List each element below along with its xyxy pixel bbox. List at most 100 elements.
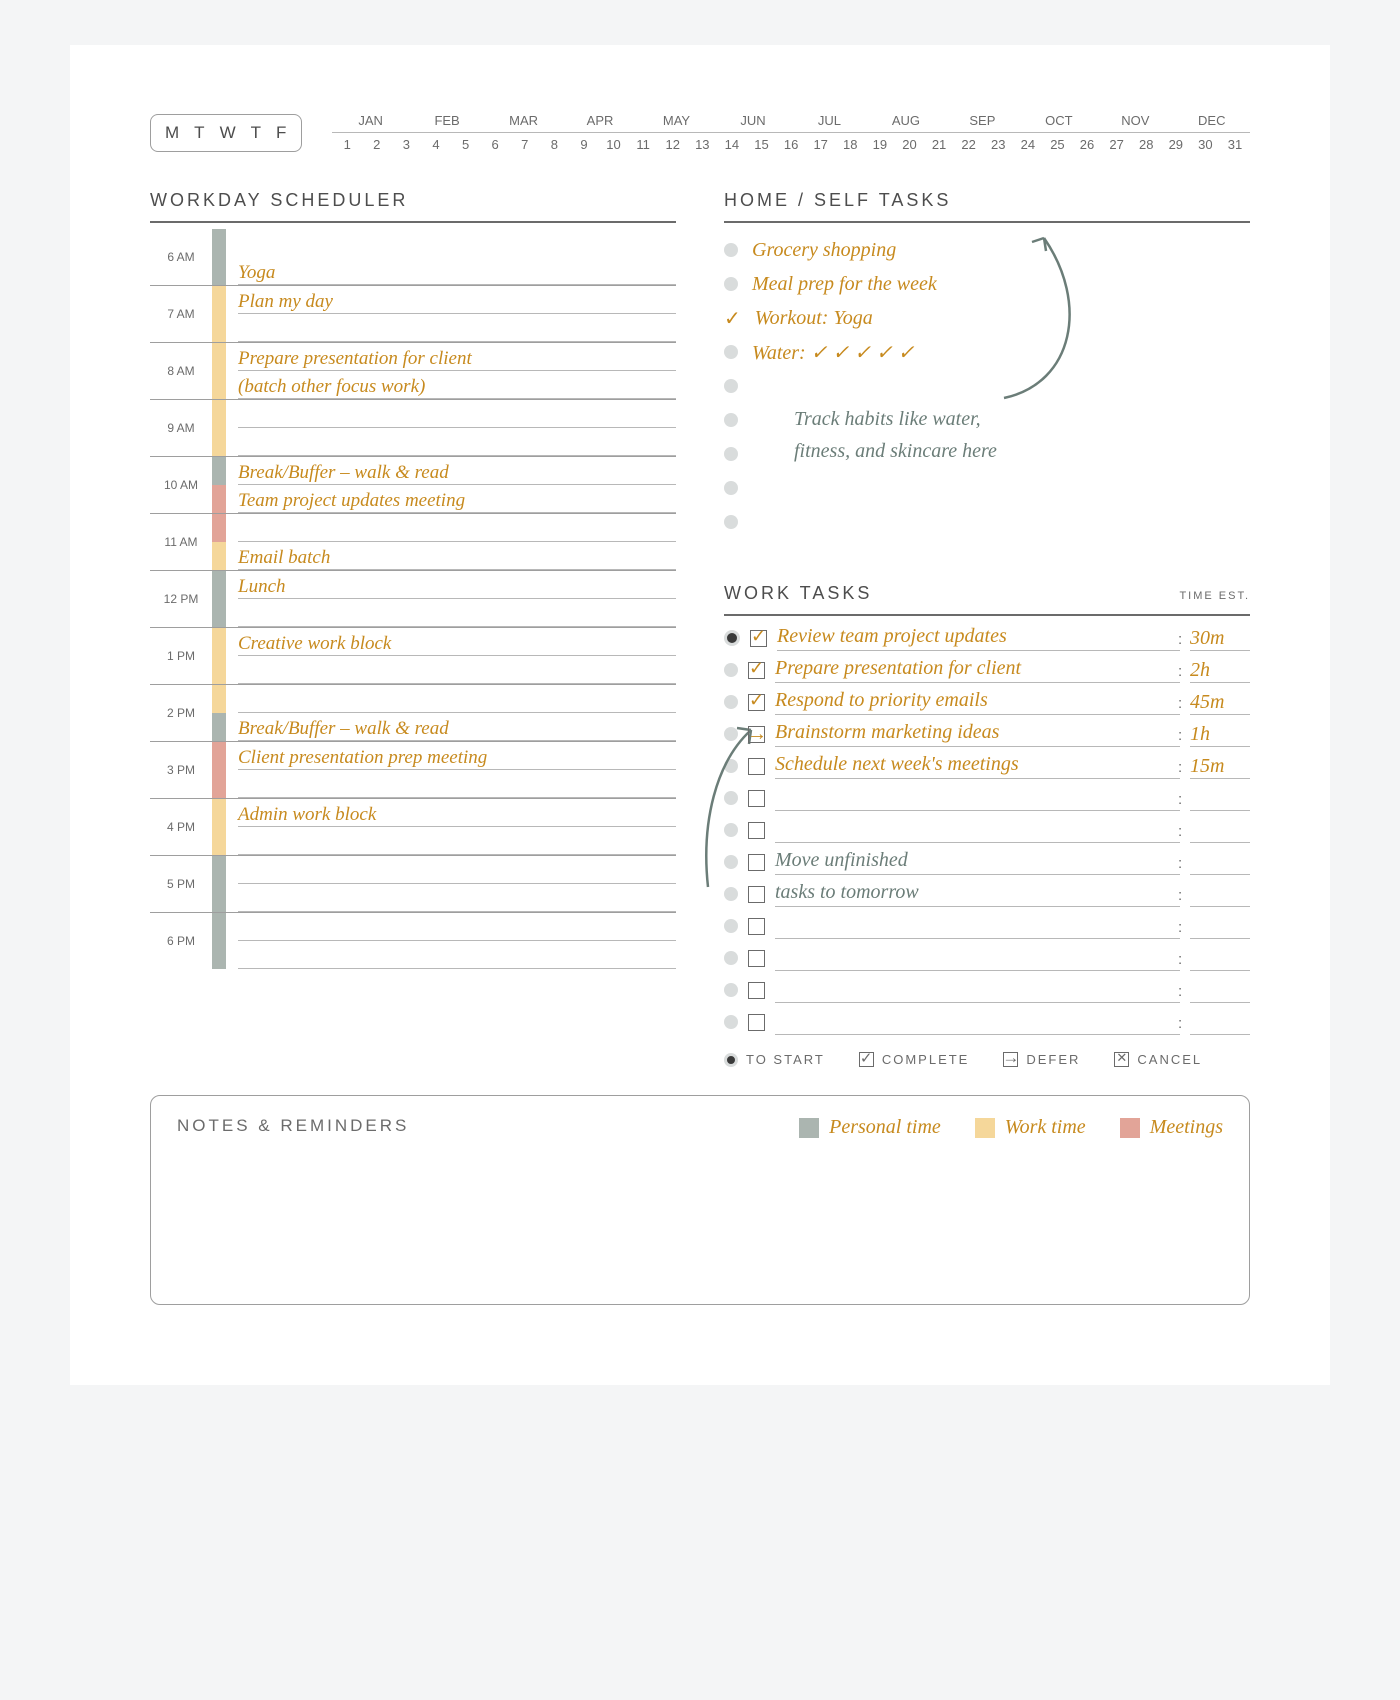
home-task-row[interactable] — [724, 505, 1250, 539]
hour-lines[interactable] — [226, 913, 676, 969]
work-task-row[interactable] — [724, 942, 1250, 974]
status-checkbox[interactable] — [748, 854, 765, 871]
hour-lines[interactable]: Admin work block — [226, 799, 676, 855]
priority-dot[interactable] — [724, 983, 738, 997]
work-task-row[interactable]: Respond to priority emails45m — [724, 686, 1250, 718]
work-task-row[interactable]: tasks to tomorrow — [724, 878, 1250, 910]
month[interactable]: OCT — [1021, 113, 1097, 128]
status-checkbox[interactable] — [748, 694, 765, 711]
priority-dot[interactable] — [724, 663, 738, 677]
day[interactable]: 20 — [895, 137, 925, 152]
status-checkbox[interactable] — [748, 822, 765, 839]
status-checkbox[interactable] — [748, 662, 765, 679]
weekday[interactable]: M — [165, 123, 180, 143]
day[interactable]: 27 — [1102, 137, 1132, 152]
weekday-picker[interactable]: MTWTF — [150, 114, 302, 152]
status-checkbox[interactable] — [748, 886, 765, 903]
status-checkbox[interactable] — [748, 726, 765, 743]
status-checkbox[interactable] — [748, 918, 765, 935]
day[interactable]: 3 — [392, 137, 422, 152]
month-row[interactable]: JANFEBMARAPRMAYJUNJULAUGSEPOCTNOVDEC — [332, 113, 1250, 133]
day[interactable]: 21 — [924, 137, 954, 152]
hour-lines[interactable] — [226, 400, 676, 456]
day[interactable]: 29 — [1161, 137, 1191, 152]
day[interactable]: 24 — [1013, 137, 1043, 152]
work-task-row[interactable]: Prepare presentation for client2h — [724, 654, 1250, 686]
weekday[interactable]: F — [276, 123, 287, 143]
month[interactable]: AUG — [868, 113, 944, 128]
day[interactable]: 23 — [983, 137, 1013, 152]
day[interactable]: 31 — [1220, 137, 1250, 152]
work-task-row[interactable]: Brainstorm marketing ideas1h — [724, 718, 1250, 750]
hour-lines[interactable]: Break/Buffer – walk & read — [226, 685, 676, 741]
hour-lines[interactable]: Plan my day — [226, 286, 676, 342]
home-task-row[interactable] — [724, 471, 1250, 505]
day[interactable]: 26 — [1072, 137, 1102, 152]
weekday[interactable]: T — [251, 123, 262, 143]
day[interactable]: 19 — [865, 137, 895, 152]
weekday[interactable]: W — [220, 123, 237, 143]
work-task-row[interactable] — [724, 974, 1250, 1006]
day[interactable]: 10 — [599, 137, 629, 152]
status-checkbox[interactable] — [748, 758, 765, 775]
status-checkbox[interactable] — [748, 982, 765, 999]
day[interactable]: 28 — [1131, 137, 1161, 152]
day-row[interactable]: 1234567891011121314151617181920212223242… — [332, 137, 1250, 152]
hour-lines[interactable]: Prepare presentation for client(batch ot… — [226, 343, 676, 399]
month[interactable]: SEP — [944, 113, 1020, 128]
work-task-row[interactable]: Schedule next week's meetings15m — [724, 750, 1250, 782]
hour-lines[interactable] — [226, 856, 676, 912]
status-checkbox[interactable] — [748, 1014, 765, 1031]
work-task-row[interactable] — [724, 814, 1250, 846]
day[interactable]: 14 — [717, 137, 747, 152]
day[interactable]: 8 — [540, 137, 570, 152]
priority-dot[interactable] — [724, 919, 738, 933]
work-task-row[interactable] — [724, 782, 1250, 814]
hour-lines[interactable]: Client presentation prep meeting — [226, 742, 676, 798]
day[interactable]: 15 — [747, 137, 777, 152]
status-checkbox[interactable] — [750, 630, 767, 647]
day[interactable]: 13 — [688, 137, 718, 152]
day[interactable]: 22 — [954, 137, 984, 152]
month[interactable]: FEB — [409, 113, 485, 128]
work-task-row[interactable]: Move unfinished — [724, 846, 1250, 878]
month[interactable]: JAN — [332, 113, 408, 128]
month[interactable]: DEC — [1174, 113, 1250, 128]
priority-dot[interactable] — [724, 630, 740, 646]
work-task-row[interactable] — [724, 1006, 1250, 1038]
day[interactable]: 7 — [510, 137, 540, 152]
day[interactable]: 4 — [421, 137, 451, 152]
month[interactable]: JUL — [791, 113, 867, 128]
priority-dot[interactable] — [724, 951, 738, 965]
day[interactable]: 1 — [332, 137, 362, 152]
day[interactable]: 18 — [835, 137, 865, 152]
day[interactable]: 5 — [451, 137, 481, 152]
day[interactable]: 11 — [628, 137, 658, 152]
weekday[interactable]: T — [194, 123, 205, 143]
month[interactable]: APR — [562, 113, 638, 128]
day[interactable]: 12 — [658, 137, 688, 152]
hour-lines[interactable]: Break/Buffer – walk & readTeam project u… — [226, 457, 676, 513]
legend-item: Meetings — [1120, 1116, 1223, 1139]
work-task-row[interactable]: Review team project updates30m — [724, 622, 1250, 654]
day[interactable]: 30 — [1191, 137, 1221, 152]
hour-lines[interactable]: Lunch — [226, 571, 676, 627]
day[interactable]: 16 — [776, 137, 806, 152]
hour-lines[interactable]: Creative work block — [226, 628, 676, 684]
day[interactable]: 9 — [569, 137, 599, 152]
priority-dot[interactable] — [724, 695, 738, 709]
status-checkbox[interactable] — [748, 950, 765, 967]
work-task-row[interactable] — [724, 910, 1250, 942]
month[interactable]: MAR — [485, 113, 561, 128]
month[interactable]: NOV — [1097, 113, 1173, 128]
status-checkbox[interactable] — [748, 790, 765, 807]
month[interactable]: MAY — [638, 113, 714, 128]
day[interactable]: 25 — [1043, 137, 1073, 152]
day[interactable]: 17 — [806, 137, 836, 152]
hour-lines[interactable]: Email batch — [226, 514, 676, 570]
month[interactable]: JUN — [715, 113, 791, 128]
day[interactable]: 2 — [362, 137, 392, 152]
day[interactable]: 6 — [480, 137, 510, 152]
hour-lines[interactable]: Yoga — [226, 229, 676, 285]
priority-dot[interactable] — [724, 1015, 738, 1029]
